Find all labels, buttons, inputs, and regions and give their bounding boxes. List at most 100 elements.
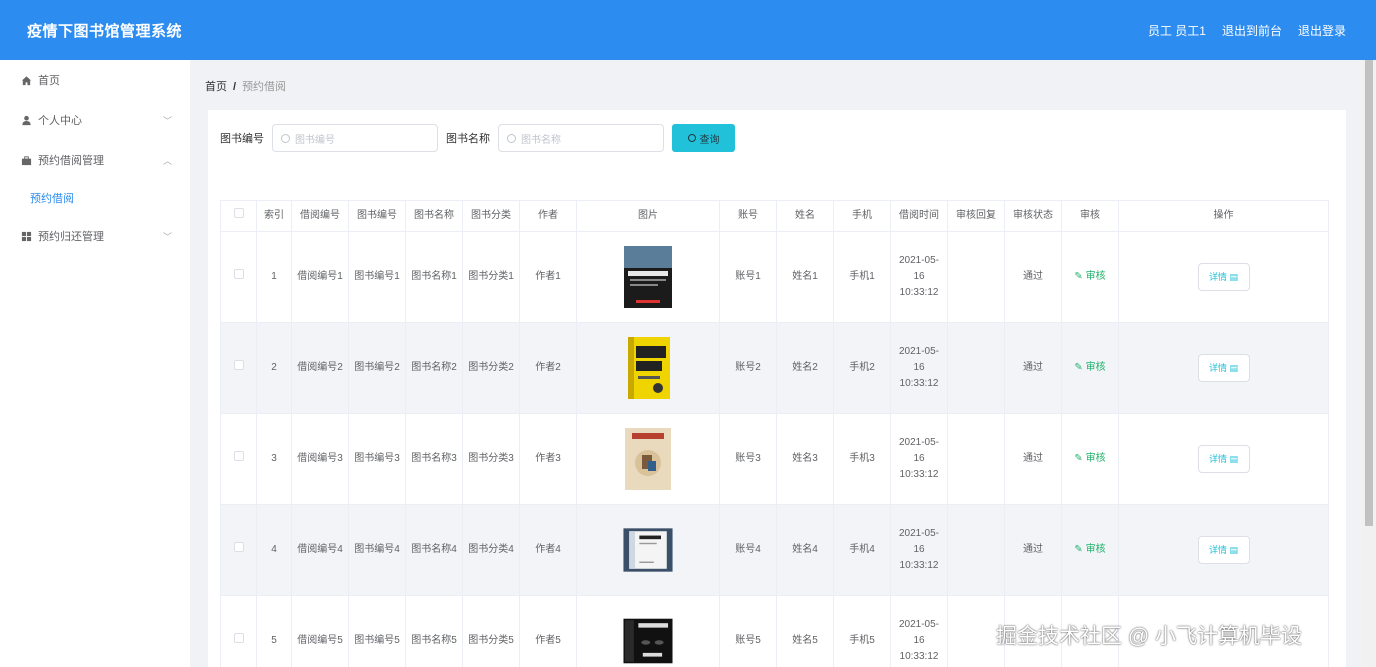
borrow-no-cell: 借阅编号5 (291, 595, 349, 667)
search-bar: 图书编号 图书编号 图书名称 图书名称 查询 (220, 124, 735, 152)
detail-label: 详情 (1208, 545, 1227, 555)
column-header: 图书分类 (462, 200, 520, 232)
book-no-label: 图书编号 (220, 133, 264, 145)
borrow-time-cell: 2021-05-16 10:33:12 (890, 595, 948, 667)
audit-button[interactable]: ✎ 审核 (1074, 453, 1105, 464)
category-cell: 图书分类2 (462, 322, 520, 414)
book-cover-image[interactable] (622, 336, 674, 400)
breadcrumb-separator: / (233, 81, 237, 93)
chevron-down-icon: ﹀ (162, 115, 172, 126)
account-cell: 账号3 (719, 413, 777, 505)
search-icon (507, 133, 516, 143)
table-header-row: 索引 借阅编号 图书编号 图书名称 图书分类 作者 图片 账号 姓名 手机 借阅… (220, 200, 1329, 232)
index-cell: 2 (256, 322, 292, 414)
category-cell: 图书分类1 (462, 231, 520, 323)
book-cover-image[interactable] (622, 245, 674, 309)
book-cover-image[interactable] (622, 609, 674, 667)
book-name-cell: 图书名称3 (405, 413, 463, 505)
edit-icon: ✎ (1074, 271, 1083, 282)
sidebar-subitem-borrow[interactable]: 预约借阅 (0, 180, 190, 216)
scrollbar-thumb[interactable] (1365, 60, 1373, 526)
sidebar-item-home[interactable]: 首页 (0, 60, 190, 100)
name-cell: 姓名4 (776, 504, 834, 596)
grid-icon (20, 230, 32, 242)
column-header: 审核状态 (1004, 200, 1062, 232)
column-header: 索引 (256, 200, 292, 232)
column-header: 图片 (576, 200, 720, 232)
category-cell: 图书分类3 (462, 413, 520, 505)
sidebar-item-profile[interactable]: 个人中心 ﹀ (0, 100, 190, 140)
checkbox[interactable] (233, 360, 244, 370)
detail-button[interactable]: 详情 ▤ (1197, 263, 1250, 291)
checkbox[interactable] (233, 542, 244, 552)
audit-reply-cell (947, 322, 1005, 414)
book-name-input[interactable]: 图书名称 (498, 124, 664, 152)
column-header: 借阅时间 (890, 200, 948, 232)
borrow-time-cell: 2021-05-16 10:33:12 (890, 322, 948, 414)
detail-button[interactable]: 详情 ▤ (1197, 445, 1250, 473)
row-checkbox-cell[interactable] (220, 322, 257, 414)
borrow-time-cell: 2021-05-16 10:33:12 (890, 504, 948, 596)
row-checkbox-cell[interactable] (220, 595, 257, 667)
checkbox[interactable] (233, 208, 244, 218)
detail-button[interactable]: 详情 ▤ (1197, 354, 1250, 382)
book-name-placeholder: 图书名称 (521, 134, 561, 146)
sidebar-item-label: 首页 (38, 75, 60, 87)
borrow-no-cell: 借阅编号2 (291, 322, 349, 414)
phone-cell: 手机5 (833, 595, 891, 667)
search-icon (687, 134, 696, 142)
column-header: 作者 (519, 200, 577, 232)
name-cell: 姓名5 (776, 595, 834, 667)
chevron-up-icon: ︿ (162, 155, 172, 166)
search-button[interactable]: 查询 (672, 124, 735, 152)
index-cell: 4 (256, 504, 292, 596)
breadcrumb-current: 预约借阅 (242, 81, 287, 93)
checkbox[interactable] (233, 633, 244, 643)
audit-button[interactable]: ✎ 审核 (1074, 271, 1105, 282)
app-title: 疫情下图书馆管理系统 (27, 22, 183, 40)
author-cell: 作者5 (519, 595, 577, 667)
book-name-cell: 图书名称2 (405, 322, 463, 414)
select-all-checkbox[interactable] (220, 200, 257, 232)
vertical-scrollbar[interactable] (1362, 60, 1376, 667)
row-checkbox-cell[interactable] (220, 504, 257, 596)
book-no-cell: 图书编号2 (348, 322, 406, 414)
sidebar-item-borrow-management[interactable]: 预约借阅管理 ︿ (0, 140, 190, 180)
book-cover-image[interactable] (622, 518, 674, 582)
phone-cell: 手机1 (833, 231, 891, 323)
audit-button[interactable]: ✎ 审核 (1074, 362, 1105, 373)
sidebar: 首页 个人中心 ﹀ 预约借阅管理 ︿ 预约借阅 预约归还管理 ﹀ (0, 60, 190, 667)
detail-label: 详情 (1208, 454, 1227, 464)
borrow-table: 索引 借阅编号 图书编号 图书名称 图书分类 作者 图片 账号 姓名 手机 借阅… (220, 200, 1329, 667)
audit-label: 审核 (1085, 544, 1106, 555)
index-cell: 3 (256, 413, 292, 505)
row-checkbox-cell[interactable] (220, 231, 257, 323)
audit-label: 审核 (1085, 453, 1106, 464)
actions-cell: 详情 ▤ (1118, 231, 1329, 323)
book-no-cell: 图书编号5 (348, 595, 406, 667)
user-icon (20, 114, 32, 126)
detail-button[interactable]: 详情 ▤ (1197, 536, 1250, 564)
book-no-input[interactable]: 图书编号 (272, 124, 438, 152)
checkbox[interactable] (233, 269, 244, 279)
borrow-time-cell: 2021-05-16 10:33:12 (890, 231, 948, 323)
column-header: 审核回复 (947, 200, 1005, 232)
column-header: 操作 (1118, 200, 1329, 232)
sidebar-item-return-management[interactable]: 预约归还管理 ﹀ (0, 216, 190, 256)
audit-reply-cell (947, 504, 1005, 596)
checkbox[interactable] (233, 451, 244, 461)
breadcrumb-home[interactable]: 首页 (205, 81, 227, 93)
book-cover-image[interactable] (622, 427, 674, 491)
audit-reply-cell (947, 231, 1005, 323)
top-bar: 疫情下图书馆管理系统 员工 员工1 退出到前台 退出登录 (0, 0, 1376, 60)
image-cell (576, 595, 720, 667)
exit-to-front-link[interactable]: 退出到前台 (1222, 22, 1282, 39)
table-row: 1 借阅编号1 图书编号1 图书名称1 图书分类1 作者1 账号1 姓名1 手机… (220, 231, 1329, 323)
borrow-no-cell: 借阅编号4 (291, 504, 349, 596)
audit-button[interactable]: ✎ 审核 (1074, 544, 1105, 555)
current-user: 员工 员工1 (1147, 23, 1206, 38)
column-header: 图书编号 (348, 200, 406, 232)
detail-label: 详情 (1208, 363, 1227, 373)
logout-link[interactable]: 退出登录 (1298, 22, 1346, 39)
row-checkbox-cell[interactable] (220, 413, 257, 505)
